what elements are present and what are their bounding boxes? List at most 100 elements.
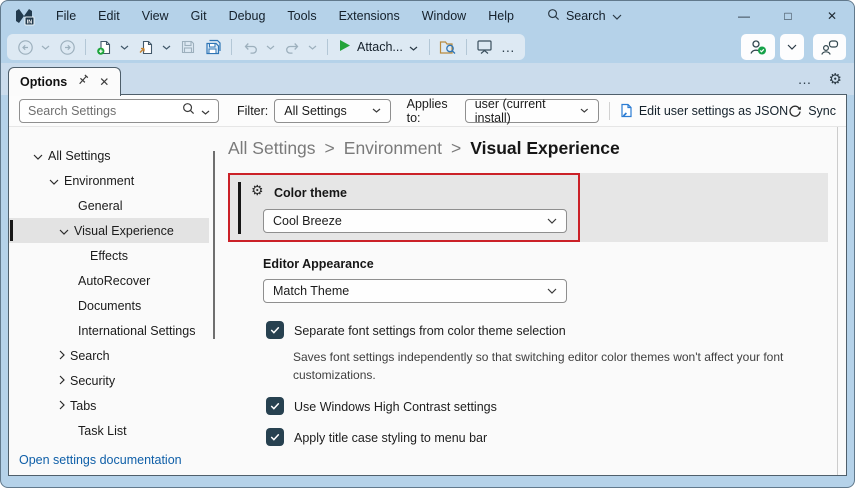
toolbar-separator (231, 39, 232, 55)
pin-icon[interactable] (76, 73, 90, 92)
chevron-down-icon (547, 288, 557, 294)
breadcrumb-separator: > (451, 138, 461, 159)
chevron-down-icon (372, 108, 381, 113)
panel-scrollbar[interactable] (837, 127, 838, 475)
checkbox-checked[interactable] (266, 397, 284, 415)
checkbox-checked[interactable] (266, 428, 284, 446)
menu-help[interactable]: Help (477, 5, 525, 27)
tree-item-label: Search (70, 349, 110, 363)
save-button[interactable] (179, 37, 197, 57)
menu-extensions[interactable]: Extensions (328, 5, 411, 27)
titlebar-search[interactable]: Search (547, 8, 622, 24)
edit-json-label: Edit user settings as JSON (639, 104, 788, 118)
chevron-down-icon[interactable] (308, 45, 318, 50)
tree-scrollbar[interactable] (213, 151, 215, 339)
titlebar-search-label: Search (566, 9, 606, 23)
breadcrumb-environment[interactable]: Environment (344, 138, 442, 159)
tree-item-label: Environment (64, 174, 134, 188)
sidebar-item-all-settings[interactable]: All Settings (9, 143, 209, 168)
applies-to-dropdown[interactable]: user (current install) (465, 99, 599, 123)
toolbar-right (741, 34, 846, 60)
navigate-back-button[interactable] (16, 37, 34, 57)
edit-json-button[interactable]: Edit user settings as JSON (620, 103, 788, 118)
sidebar-item-environment[interactable]: Environment (9, 168, 209, 193)
menu-view[interactable]: View (131, 5, 180, 27)
tree-item-label: Security (70, 374, 115, 388)
close-button[interactable]: ✕ (810, 1, 854, 31)
menu-file[interactable]: File (45, 5, 87, 27)
feedback-button[interactable] (813, 34, 846, 60)
sidebar-item-search[interactable]: Search (9, 343, 209, 368)
options-window: IN File Edit View Git Debug Tools Extens… (0, 0, 855, 488)
editor-appearance-dropdown[interactable]: Match Theme (263, 279, 567, 303)
sync-button[interactable]: Sync (788, 104, 836, 118)
save-all-button[interactable] (204, 37, 222, 57)
account-button[interactable] (741, 34, 775, 60)
high-contrast-row: Use Windows High Contrast settings (266, 397, 497, 415)
menu-debug[interactable]: Debug (218, 5, 277, 27)
toolbar-separator (85, 39, 86, 55)
window-controls: — □ ✕ (722, 1, 854, 31)
search-input[interactable] (28, 104, 176, 118)
checkbox-label: Use Windows High Contrast settings (294, 397, 497, 414)
attach-label: Attach... (357, 40, 403, 54)
options-tab[interactable]: Options ✕ (8, 67, 121, 96)
menu-tools[interactable]: Tools (276, 5, 327, 27)
sidebar-item-security[interactable]: Security (9, 368, 209, 393)
find-in-files-button[interactable] (439, 37, 457, 57)
chevron-right-icon[interactable] (59, 349, 65, 363)
attach-debugger-button[interactable]: Attach... (337, 39, 420, 55)
filterbar-separator (609, 102, 610, 120)
sidebar-item-visual-experience[interactable]: Visual Experience (9, 218, 209, 243)
solution-explorer-button[interactable] (476, 37, 494, 57)
open-file-button[interactable] (137, 37, 155, 57)
chevron-right-icon[interactable] (59, 374, 65, 388)
sidebar-item-tabs[interactable]: Tabs (9, 393, 209, 418)
account-dropdown-button[interactable] (780, 34, 804, 60)
tab-title: Options (20, 75, 67, 89)
maximize-button[interactable]: □ (766, 1, 810, 31)
chevron-down-icon[interactable] (41, 45, 51, 50)
tab-overflow-button[interactable]: … (798, 71, 813, 87)
tab-well-gear-icon[interactable]: ⚙ (829, 70, 842, 88)
settings-search-box[interactable] (19, 99, 219, 123)
svg-text:IN: IN (27, 19, 33, 25)
tab-close-icon[interactable]: ✕ (99, 75, 109, 89)
chevron-down-icon[interactable] (266, 45, 276, 50)
toolbar-overflow-button[interactable]: … (501, 39, 516, 55)
search-icon[interactable] (182, 102, 195, 120)
sidebar-item-international-settings[interactable]: International Settings (9, 318, 209, 343)
chevron-down-icon (409, 40, 418, 54)
open-settings-documentation-link[interactable]: Open settings documentation (19, 453, 182, 467)
sidebar-item-task-list[interactable]: Task List (9, 418, 209, 443)
separate-font-settings-row: Separate font settings from color theme … (266, 321, 566, 339)
chevron-down-icon[interactable] (120, 45, 130, 50)
sidebar-item-autorecover[interactable]: AutoRecover (9, 268, 209, 293)
chevron-right-icon[interactable] (59, 399, 65, 413)
checkbox-checked[interactable] (266, 321, 284, 339)
sidebar-item-effects[interactable]: Effects (9, 243, 209, 268)
menu-bar: File Edit View Git Debug Tools Extension… (45, 5, 525, 27)
chevron-down-icon[interactable] (59, 224, 69, 238)
sidebar-item-documents[interactable]: Documents (9, 293, 209, 318)
minimize-button[interactable]: — (722, 1, 766, 31)
menu-window[interactable]: Window (411, 5, 477, 27)
chevron-down-icon[interactable] (162, 45, 172, 50)
tree-item-label: All Settings (48, 149, 111, 163)
sidebar-item-general[interactable]: General (9, 193, 209, 218)
undo-button[interactable] (241, 37, 259, 57)
chevron-down-icon[interactable] (201, 102, 210, 120)
filter-dropdown[interactable]: All Settings (274, 99, 390, 123)
redo-button[interactable] (283, 37, 301, 57)
navigate-forward-button[interactable] (58, 37, 76, 57)
menu-git[interactable]: Git (180, 5, 218, 27)
filter-label: Filter: (237, 104, 268, 118)
chevron-down-icon[interactable] (33, 149, 43, 163)
breadcrumb-all-settings[interactable]: All Settings (228, 138, 316, 159)
applies-to-value: user (current install) (475, 97, 581, 125)
tree-item-label: Visual Experience (74, 224, 174, 238)
new-file-button[interactable] (95, 37, 113, 57)
chevron-down-icon[interactable] (49, 174, 59, 188)
color-theme-dropdown[interactable]: Cool Breeze (263, 209, 567, 233)
menu-edit[interactable]: Edit (87, 5, 131, 27)
